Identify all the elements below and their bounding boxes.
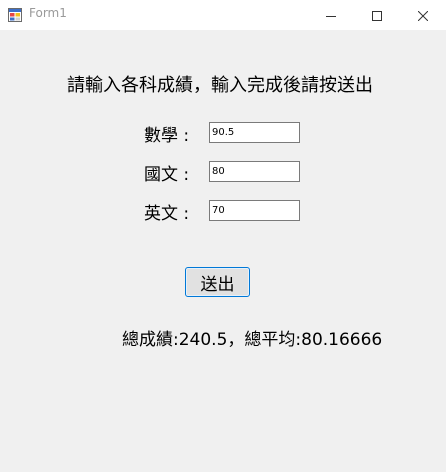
title-bar[interactable]: Form1 xyxy=(0,0,446,30)
math-label: 數學 : xyxy=(144,126,190,146)
form1-window: Form1 請輸入各科成績，輸入完成後請按送出 數學: 90.5 國文: 8… xyxy=(0,0,446,472)
minimize-icon xyxy=(326,6,336,25)
maximize-icon xyxy=(372,6,382,25)
close-button[interactable] xyxy=(400,0,446,30)
minimize-button[interactable] xyxy=(308,0,354,30)
instruction-label: 請輸入各科成績，輸入完成後請按送出 xyxy=(67,75,373,96)
chinese-score-input[interactable] xyxy=(209,161,300,182)
english-score-input[interactable] xyxy=(209,200,300,221)
english-label: 英文 : xyxy=(144,204,190,224)
close-icon xyxy=(417,6,429,25)
chinese-label: 國文 : xyxy=(144,165,190,185)
maximize-button[interactable] xyxy=(354,0,400,30)
result-label: 總成績:240.5，總平均:80.16666 xyxy=(122,330,383,350)
app-icon xyxy=(8,7,22,22)
submit-button[interactable]: 送出 xyxy=(185,267,250,297)
math-score-input[interactable] xyxy=(209,122,300,143)
window-title: Form1 xyxy=(29,6,67,20)
